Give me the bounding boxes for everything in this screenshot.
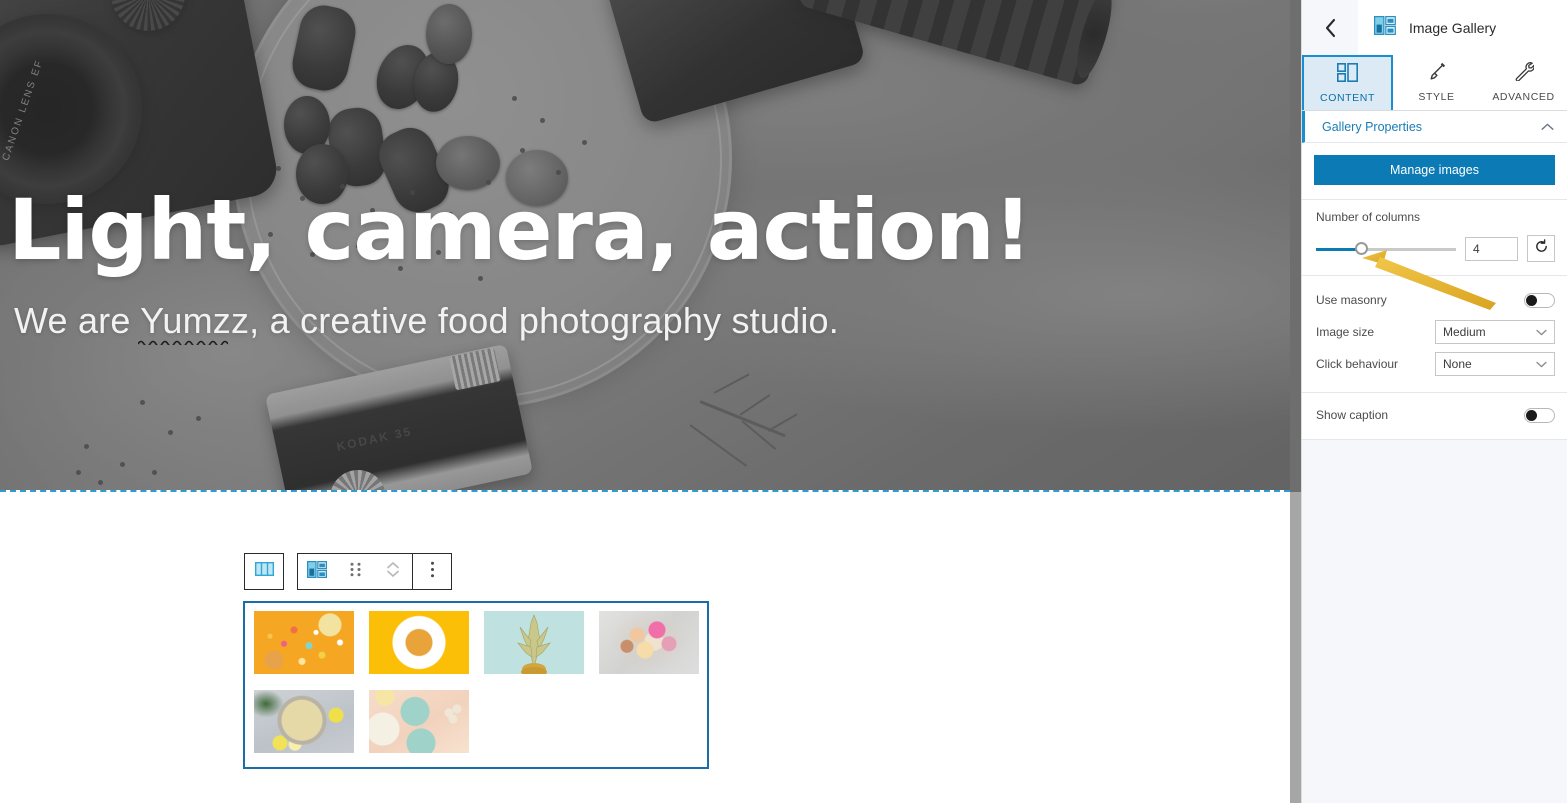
back-button[interactable] [1302,0,1358,55]
tab-advanced[interactable]: ADVANCED [1480,55,1567,110]
canvas-scrollbar-thumb-lower[interactable] [1290,492,1301,803]
gallery-image-4 [599,611,699,674]
image-gallery-block-button[interactable] [298,554,336,589]
chevron-left-icon [1325,18,1335,37]
tab-style-label: STYLE [1418,91,1455,103]
app-root: Canon CANON LENS EF KODAK 35 Light, came… [0,0,1567,803]
panel-empty-area [1302,440,1567,803]
image-gallery-block-icon [307,560,328,583]
block-toolbar-right-group [297,553,452,590]
image-gallery-block[interactable] [243,601,709,769]
number-of-columns-group: Number of columns [1302,200,1567,276]
click-behaviour-label: Click behaviour [1316,357,1399,371]
gallery-properties-title: Gallery Properties [1322,119,1423,134]
layout-icon [1337,63,1358,87]
click-behaviour-row: Click behaviour None [1316,348,1555,380]
block-toolbar-left-group [244,553,284,590]
image-size-select[interactable]: Medium [1435,320,1555,344]
gallery-image-1 [254,611,354,674]
gallery-image-item[interactable] [484,611,584,674]
image-size-label: Image size [1316,325,1375,339]
use-masonry-toggle[interactable] [1524,292,1555,308]
number-of-columns-row [1316,235,1555,262]
number-of-columns-input[interactable] [1465,236,1518,261]
use-masonry-label: Use masonry [1316,293,1387,307]
number-of-columns-label: Number of columns [1316,210,1421,224]
manage-images-section: Manage images [1302,143,1567,200]
gallery-image-5 [254,690,354,753]
panel-title: Image Gallery [1409,19,1497,36]
hero-text-group: Light, camera, action! We are Yumzz, a c… [0,0,1290,490]
click-behaviour-value: None [1443,357,1472,371]
block-toolbar[interactable] [244,553,452,590]
drag-handle-icon [350,562,361,582]
image-size-value: Medium [1443,325,1486,339]
gallery-image-item[interactable] [369,611,469,674]
panel-header: Image Gallery [1302,0,1567,55]
gallery-options-group: Use masonry Image size Medium Click beha… [1302,276,1567,393]
chevron-down-icon [1536,323,1547,341]
chevron-down-icon [1536,355,1547,373]
tab-style[interactable]: STYLE [1393,55,1480,110]
more-options-icon [430,561,435,583]
number-of-columns-slider[interactable] [1316,241,1456,257]
use-masonry-row: Use masonry [1316,284,1555,316]
columns-layout-button[interactable] [245,554,283,589]
chevron-up-icon[interactable] [1541,118,1554,136]
gallery-image-item[interactable] [599,611,699,674]
tab-advanced-label: ADVANCED [1492,91,1555,103]
drag-handle-button[interactable] [336,554,374,589]
gallery-image-item[interactable] [254,611,354,674]
gallery-properties-section-header[interactable]: Gallery Properties [1302,111,1567,143]
toggle-knob [1526,294,1537,306]
move-up-down-icon [385,560,401,584]
panel-tabs: CONTENT STYLE ADVANCED [1302,55,1567,111]
gallery-image-6 [369,690,469,753]
paintbrush-icon [1426,62,1447,86]
manage-images-button[interactable]: Manage images [1314,155,1555,185]
image-gallery-icon [1374,15,1396,40]
slider-thumb[interactable] [1354,242,1368,255]
image-size-row: Image size Medium [1316,316,1555,348]
gallery-image-item[interactable] [369,690,469,753]
hero-title[interactable]: Light, camera, action! [8,188,1032,272]
tab-content-label: CONTENT [1320,92,1375,104]
show-caption-label: Show caption [1316,408,1389,422]
tab-content[interactable]: CONTENT [1302,55,1393,110]
hero-section[interactable]: Canon CANON LENS EF KODAK 35 Light, came… [0,0,1290,492]
page-canvas[interactable]: Canon CANON LENS EF KODAK 35 Light, came… [0,0,1290,803]
image-gallery-grid [254,611,699,753]
show-caption-row: Show caption [1316,399,1555,431]
gallery-image-item[interactable] [254,690,354,753]
gallery-image-3 [484,611,584,674]
properties-panel: Image Gallery CONTENT STYLE ADVANCED Gal… [1301,0,1567,803]
columns-layout-icon [254,561,274,581]
click-behaviour-select[interactable]: None [1435,352,1555,376]
move-up-down-button[interactable] [374,554,412,589]
gallery-image-2 [369,611,469,674]
toggle-knob [1526,409,1537,421]
show-caption-toggle[interactable] [1524,407,1555,423]
show-caption-group: Show caption [1302,393,1567,440]
spellcheck-squiggle-icon [138,335,228,345]
more-options-button[interactable] [413,554,451,589]
reset-button[interactable] [1527,235,1555,262]
reset-icon [1534,238,1549,259]
wrench-icon [1513,62,1535,86]
canvas-scrollbar-thumb[interactable] [1290,0,1301,492]
